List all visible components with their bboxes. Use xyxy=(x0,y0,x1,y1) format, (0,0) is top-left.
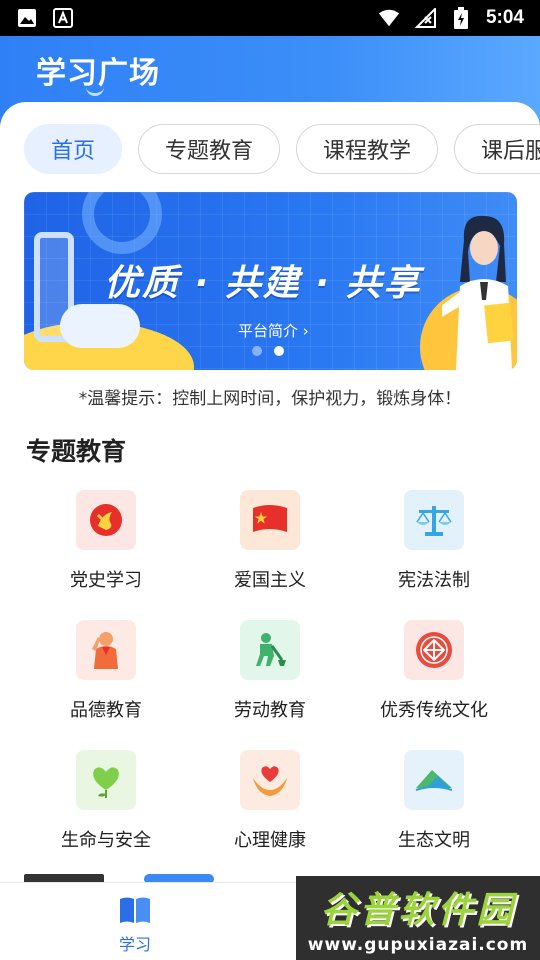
topic-label: 心理健康 xyxy=(234,830,306,851)
topic-item-mental-health[interactable]: 心理健康 xyxy=(188,750,352,852)
topic-item-ecology[interactable]: 生态文明 xyxy=(352,750,516,852)
watermark-logo: 谷普软件园 www.gupuxiazai.com xyxy=(296,876,540,960)
chinese-knot-icon xyxy=(404,620,464,680)
nav-item-study[interactable]: 学习 xyxy=(95,895,175,955)
book-icon xyxy=(120,897,150,923)
topic-item-traditional-culture[interactable]: 优秀传统文化 xyxy=(352,620,516,722)
wifi-icon xyxy=(378,7,400,29)
topic-item-labor[interactable]: 劳动教育 xyxy=(188,620,352,722)
topic-item-constitution[interactable]: 宪法法制 xyxy=(352,490,516,592)
tab-after-school[interactable]: 课后服 xyxy=(454,124,540,174)
topic-item-patriotism[interactable]: 爱国主义 xyxy=(188,490,352,592)
banner-carousel[interactable]: 优质 · 共建 · 共享 平台简介 › xyxy=(24,192,517,370)
flag-icon xyxy=(240,490,300,550)
heart-leaf-icon xyxy=(76,750,136,810)
battery-charging-icon xyxy=(450,7,472,29)
paper-illustration xyxy=(60,304,140,348)
eco-mountain-icon xyxy=(404,750,464,810)
topic-item-morality[interactable]: 品德教育 xyxy=(24,620,188,722)
topic-item-party-history[interactable]: 党史学习 xyxy=(24,490,188,592)
carousel-dot-active[interactable] xyxy=(274,346,284,356)
title-smile-decoration xyxy=(86,86,104,96)
scales-icon xyxy=(404,490,464,550)
carousel-indicator xyxy=(252,346,284,356)
status-time: 5:04 xyxy=(485,7,524,28)
watermark-title: 谷普软件园 xyxy=(320,890,516,931)
heart-hands-icon xyxy=(240,750,300,810)
nav-label-study: 学习 xyxy=(118,935,151,954)
main-content: 首页 专题教育 课程教学 课后服 优质 · 共建 · 共享 平台简介 › *温馨… xyxy=(0,102,540,882)
tab-course-teaching[interactable]: 课程教学 xyxy=(296,124,439,174)
teacher-illustration xyxy=(442,215,514,370)
banner-slogan: 优质 · 共建 · 共享 xyxy=(104,263,422,304)
topic-label: 爱国主义 xyxy=(234,570,306,591)
topic-label: 优秀传统文化 xyxy=(380,700,488,721)
tab-topic-education[interactable]: 专题教育 xyxy=(138,124,281,174)
no-signal-icon xyxy=(414,7,436,29)
platform-intro-link[interactable]: 平台简介 › xyxy=(238,320,309,341)
warm-tip: *温馨提示：控制上网时间，保护视力，锻炼身体！ xyxy=(78,389,462,409)
section-title-topic-education: 专题教育 xyxy=(26,437,127,466)
topic-label: 品德教育 xyxy=(70,700,142,721)
topic-label: 党史学习 xyxy=(70,570,142,591)
font-icon xyxy=(52,7,74,29)
watermark-url: www.gupuxiazai.com xyxy=(307,935,529,955)
topic-grid: 党史学习 爱国主义 宪法法制 品德教育 劳动教育 优秀传统文化 生命与安全 心理… xyxy=(24,490,516,852)
topic-label: 宪法法制 xyxy=(398,570,470,591)
topic-label: 劳动教育 xyxy=(234,700,306,721)
topic-label: 生态文明 xyxy=(398,830,470,851)
status-bar: 5:04 xyxy=(0,0,540,36)
next-section-title-peek xyxy=(24,874,214,882)
tab-home[interactable]: 首页 xyxy=(24,124,123,174)
young-pioneer-icon xyxy=(76,620,136,680)
topic-label: 生命与安全 xyxy=(61,830,151,851)
chevron-right-icon: › xyxy=(302,322,309,340)
carousel-dot[interactable] xyxy=(252,346,262,356)
labor-icon xyxy=(240,620,300,680)
platform-intro-label: 平台简介 xyxy=(238,322,299,340)
topic-item-life-safety[interactable]: 生命与安全 xyxy=(24,750,188,852)
category-tabs: 首页 专题教育 课程教学 课后服 xyxy=(24,124,540,174)
party-emblem-icon xyxy=(76,490,136,550)
gallery-icon xyxy=(16,7,38,29)
